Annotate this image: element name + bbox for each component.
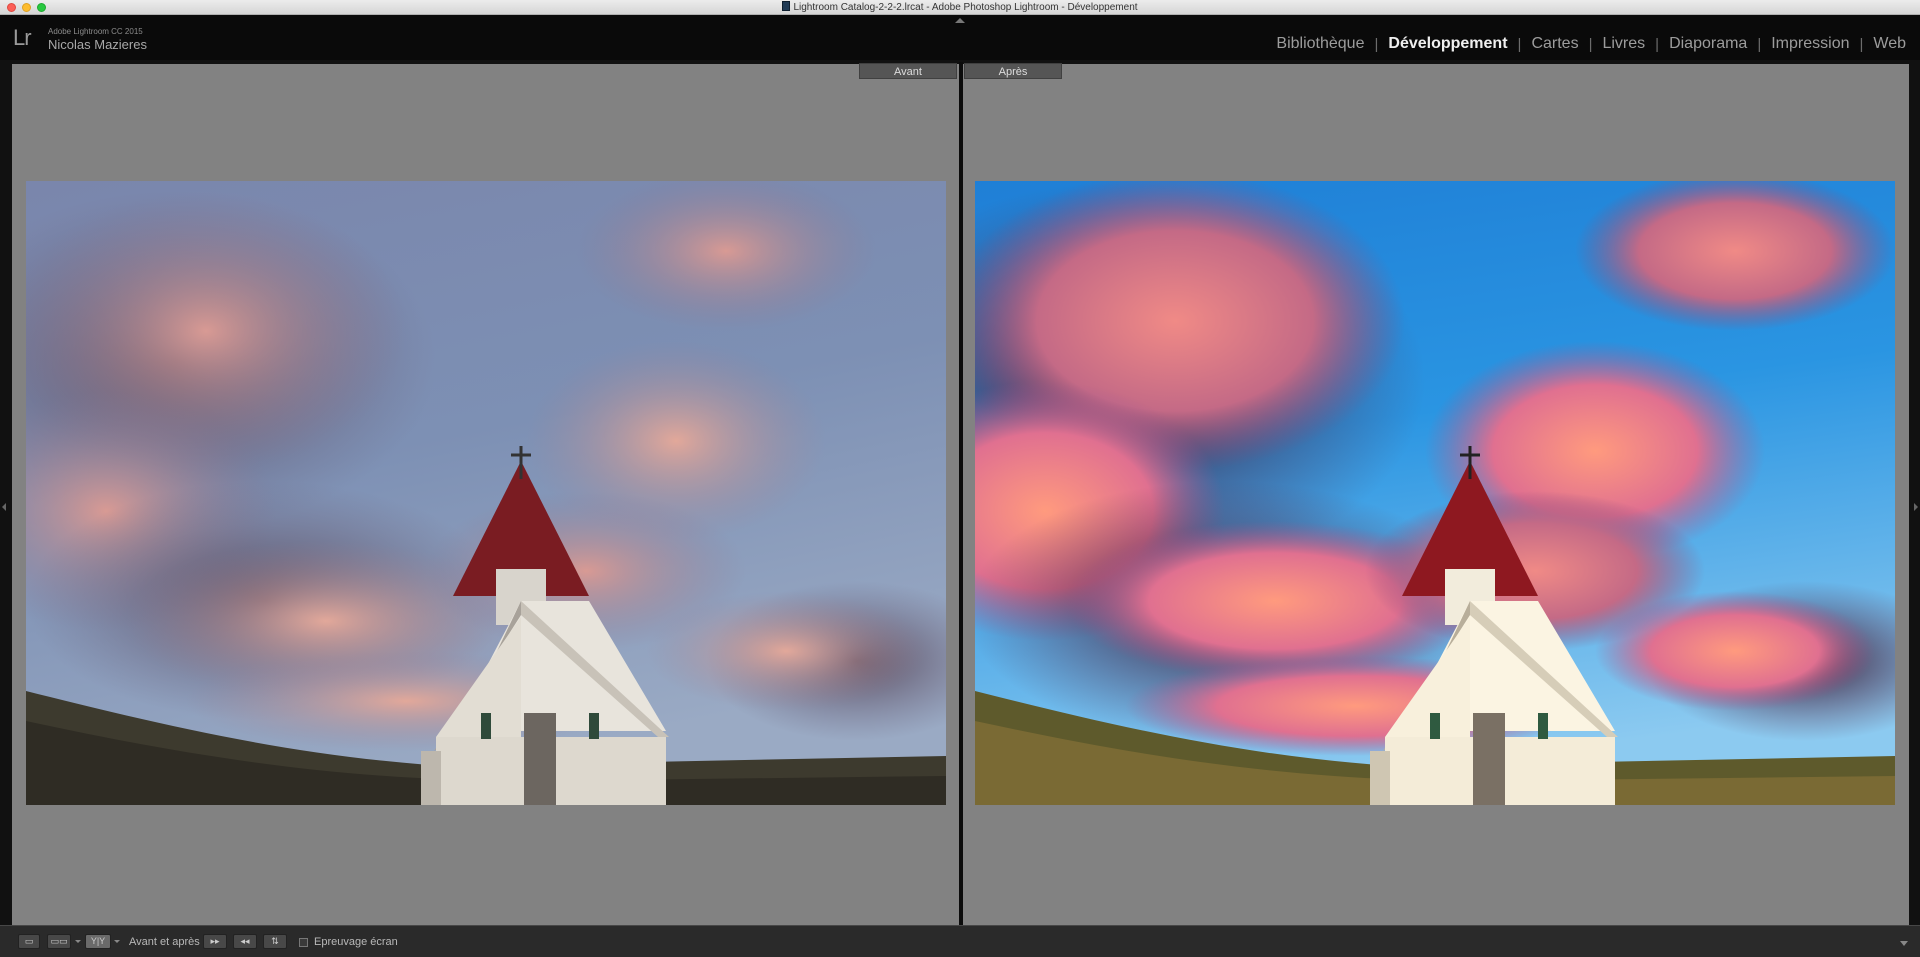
module-picker: Bibliothèque | Développement | Cartes | … [1266, 35, 1916, 53]
compare-view-button[interactable]: ▭▭ [47, 934, 71, 949]
module-bibliotheque[interactable]: Bibliothèque [1266, 35, 1374, 53]
lightroom-logo: Lr [13, 25, 32, 50]
after-photo[interactable] [975, 181, 1895, 805]
product-name: Adobe Lightroom CC 2015 [48, 27, 143, 36]
copy-settings-icon: ◂◂ [240, 936, 250, 946]
toolbar: ▭ ▭▭ Y|Y Avant et après : ▸▸ ◂◂ ⇅ Epreuv… [0, 925, 1920, 957]
module-developpement[interactable]: Développement [1378, 35, 1517, 53]
identity-plate: Lr Adobe Lightroom CC 2015 Nicolas Mazie… [0, 15, 1920, 60]
expand-left-panel-icon[interactable] [2, 503, 6, 511]
before-photo[interactable] [26, 181, 946, 805]
before-label: Avant [859, 63, 957, 79]
module-diaporama[interactable]: Diaporama [1659, 35, 1757, 53]
copy-settings-icon: ▸▸ [210, 936, 220, 946]
window-title: Lightroom Catalog-2-2-2.lrcat - Adobe Ph… [0, 1, 1920, 14]
module-livres[interactable]: Livres [1592, 35, 1655, 53]
user-name: Nicolas Mazieres [48, 37, 147, 52]
swap-icon: ⇅ [271, 936, 279, 946]
before-photo-image [26, 181, 946, 805]
before-after-view-icon: Y|Y [90, 936, 106, 946]
module-impression[interactable]: Impression [1761, 35, 1859, 53]
loupe-view-icon: ▭ [24, 936, 34, 946]
expand-right-panel-icon[interactable] [1914, 503, 1918, 511]
before-after-menu-caret[interactable] [114, 940, 120, 943]
before-after-label: Avant et après : [129, 936, 206, 948]
document-icon [782, 1, 791, 11]
soft-proofing-label: Epreuvage écran [314, 936, 398, 948]
module-web[interactable]: Web [1863, 35, 1916, 53]
soft-proofing-checkbox[interactable] [299, 938, 308, 947]
loupe-view-button[interactable]: ▭ [18, 934, 40, 949]
module-cartes[interactable]: Cartes [1521, 35, 1588, 53]
window-title-bar: Lightroom Catalog-2-2-2.lrcat - Adobe Ph… [0, 0, 1920, 15]
collapse-top-panel-icon[interactable] [955, 18, 965, 23]
toolbar-content-menu-icon[interactable] [1900, 941, 1908, 946]
compare-view-icon: ▭▭ [50, 936, 68, 946]
after-label: Après [964, 63, 1062, 79]
copy-after-to-before-button[interactable]: ◂◂ [233, 934, 257, 949]
compare-view-menu-caret[interactable] [75, 940, 81, 943]
pane-divider [959, 62, 963, 926]
before-after-view-button[interactable]: Y|Y [85, 934, 111, 949]
copy-before-to-after-button[interactable]: ▸▸ [203, 934, 227, 949]
swap-before-after-button[interactable]: ⇅ [263, 934, 287, 949]
after-photo-image [975, 181, 1895, 805]
